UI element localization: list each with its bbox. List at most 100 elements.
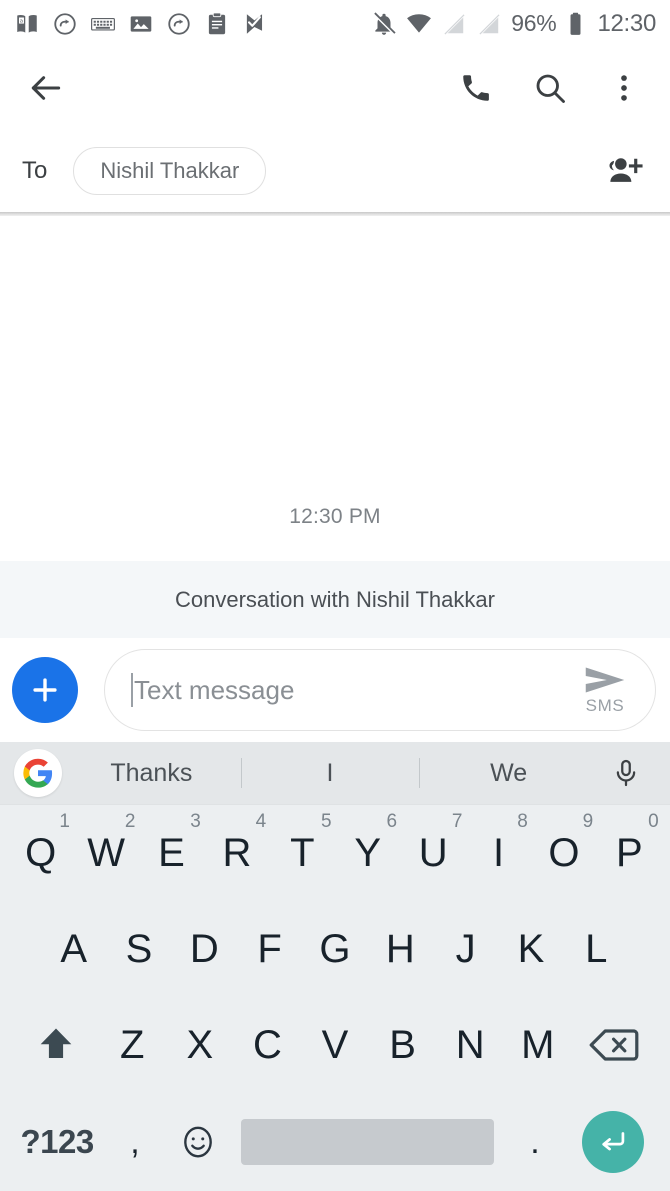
key-t-num: 5 [321,811,332,832]
key-x[interactable]: X [166,997,234,1093]
key-o[interactable]: 9O [531,805,596,901]
back-arrow-icon[interactable] [24,66,68,110]
enter-icon [581,1111,644,1173]
key-p[interactable]: 0P [597,805,662,901]
backspace-icon[interactable] [572,997,656,1093]
key-r-num: 4 [255,811,267,832]
key-p-num: 0 [648,811,659,832]
image-icon [128,11,154,37]
key-w[interactable]: 2W [73,805,138,901]
status-bar-system: 96% 12:30 [371,10,656,38]
battery-percent: 96% [511,10,557,36]
check-flag-icon [242,11,268,37]
search-icon[interactable] [528,66,572,110]
message-input-field[interactable]: Text message SMS [104,649,656,731]
status-bar-clock: 12:30 [597,9,656,37]
key-w-num: 2 [124,811,136,832]
key-period[interactable]: . [504,1093,566,1191]
key-r-label: R [222,831,252,875]
phone-icon[interactable] [454,66,498,110]
notifications-off-icon [371,11,397,37]
no-sim-1-icon [441,11,467,37]
key-a[interactable]: A [41,901,106,997]
more-vert-icon[interactable] [602,66,646,110]
messaging-screen: a 96% 12:30 To Nishil Thakkar 12:30 PM C… [0,0,670,1191]
recipient-row: To Nishil Thakkar [0,129,670,212]
key-o-num: 9 [582,811,594,832]
key-enter[interactable] [566,1093,660,1191]
app-bar [0,47,670,129]
key-i-label: I [492,831,505,875]
keyboard-row-2: A S D F G H J K L [0,901,670,997]
key-q-label: Q [25,831,57,875]
key-j[interactable]: J [433,901,498,997]
key-w-label: W [87,831,125,875]
on-screen-keyboard: Thanks I We 1Q 2W 3E 4R 5T 6Y 7U 8I 9O 0… [0,742,670,1191]
svg-text:a: a [20,18,23,24]
key-o-label: O [548,831,580,875]
suggestion-0[interactable]: Thanks [62,759,241,788]
add-people-icon[interactable] [600,147,648,195]
google-g-icon[interactable] [14,749,62,797]
attach-plus-button[interactable] [12,657,78,723]
forward-circle-icon [52,11,78,37]
text-caret [131,673,133,707]
key-y-label: Y [354,831,382,875]
emoji-icon[interactable] [166,1093,231,1191]
key-e[interactable]: 3E [139,805,204,901]
key-u-num: 7 [451,811,463,832]
key-z[interactable]: Z [98,997,166,1093]
key-i[interactable]: 8I [466,805,531,901]
key-n[interactable]: N [436,997,504,1093]
key-i-num: 8 [517,811,528,832]
key-t[interactable]: 5T [270,805,335,901]
key-f[interactable]: F [237,901,302,997]
space-bar [240,1119,495,1165]
kindle-book-icon: a [14,11,40,37]
key-r[interactable]: 4R [204,805,269,901]
key-b[interactable]: B [369,997,437,1093]
wifi-icon [406,11,432,37]
key-t-label: T [290,831,315,875]
send-button[interactable]: SMS [569,665,641,716]
app-bar-actions [454,66,646,110]
key-c[interactable]: C [234,997,302,1093]
keyboard-row-1: 1Q 2W 3E 4R 5T 6Y 7U 8I 9O 0P [0,805,670,901]
shift-icon[interactable] [14,997,98,1093]
message-input-placeholder: Text message [134,674,295,705]
key-u-label: U [418,831,448,875]
status-bar: a 96% 12:30 [0,0,670,47]
key-s[interactable]: S [106,901,171,997]
key-v[interactable]: V [301,997,369,1093]
key-symbols[interactable]: ?123 [10,1093,104,1191]
no-sim-2-icon [476,11,502,37]
key-space[interactable] [231,1093,504,1191]
message-timestamp: 12:30 PM [289,505,381,528]
key-q[interactable]: 1Q [8,805,73,901]
conversation-banner: Conversation with Nishil Thakkar [0,561,670,638]
key-u[interactable]: 7U [400,805,465,901]
key-g[interactable]: G [302,901,367,997]
key-comma[interactable]: , [104,1093,166,1191]
conversation-area: 12:30 PM [0,216,670,561]
key-y-num: 6 [386,811,398,832]
forward-circle-icon-2 [166,11,192,37]
battery-icon [567,11,584,37]
suggestion-2[interactable]: We [419,759,598,788]
compose-bar: Text message SMS [0,638,670,742]
recipient-chip[interactable]: Nishil Thakkar [73,146,267,195]
key-l[interactable]: L [564,901,629,997]
suggestion-1[interactable]: I [241,759,420,788]
key-p-label: P [616,831,643,875]
key-m[interactable]: M [504,997,572,1093]
key-d[interactable]: D [172,901,237,997]
key-q-num: 1 [59,811,70,832]
key-k[interactable]: K [498,901,563,997]
key-y[interactable]: 6Y [335,805,400,901]
send-icon [585,667,625,692]
key-h[interactable]: H [368,901,433,997]
suggestion-strip: Thanks I We [0,742,670,805]
status-bar-notifications: a [14,11,268,37]
key-e-label: E [158,831,185,875]
microphone-icon[interactable] [598,758,654,788]
